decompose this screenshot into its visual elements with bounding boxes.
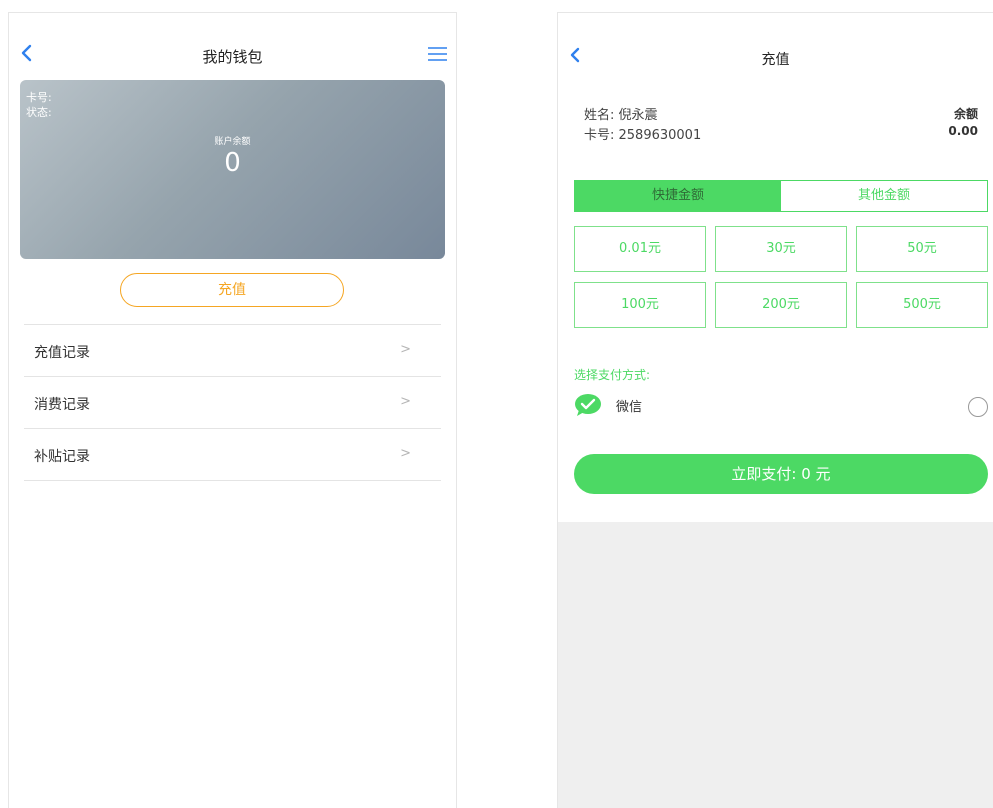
chevron-right-icon: >: [400, 446, 411, 461]
user-info: 姓名: 倪永震 卡号: 2589630001: [584, 106, 701, 146]
pay-option-label: 微信: [616, 400, 643, 415]
balance-box: 余额 0.00: [948, 106, 978, 140]
wallet-screen: 我的钱包 卡号: 状态: 账户余额 0 充值 充值记录 > 消费记录 > 补贴记…: [8, 12, 457, 808]
account-balance-value: 0: [224, 148, 241, 178]
balance-value: 0.00: [948, 124, 978, 138]
card-status-label: 状态:: [26, 106, 52, 119]
user-card-number: 卡号: 2589630001: [584, 128, 702, 143]
list-item-recharge-records[interactable]: 充值记录 >: [24, 325, 441, 377]
wallet-card: 卡号: 状态: 账户余额 0: [20, 80, 445, 259]
amount-option[interactable]: 200元: [715, 282, 847, 328]
page-title: 我的钱包: [202, 48, 263, 66]
chevron-right-icon: >: [400, 394, 411, 409]
amount-tabs: 快捷金额 其他金额: [574, 180, 988, 212]
tab-quick-amount[interactable]: 快捷金额: [575, 181, 781, 211]
pay-now-button[interactable]: 立即支付: 0 元: [574, 454, 988, 494]
hamburger-menu-icon[interactable]: [427, 45, 448, 63]
chevron-right-icon: >: [400, 342, 411, 357]
pay-method-label: 选择支付方式:: [574, 368, 651, 382]
list-item-subsidy-records[interactable]: 补贴记录 >: [24, 429, 441, 481]
account-balance-label: 账户余额: [214, 137, 251, 147]
amount-option[interactable]: 30元: [715, 226, 847, 272]
list-item-label: 充值记录: [34, 345, 90, 361]
tab-other-amount[interactable]: 其他金额: [781, 181, 987, 211]
recharge-screen: 充值 姓名: 倪永震 卡号: 2589630001 余额 0.00 快捷金额 其…: [557, 12, 993, 808]
recharge-button[interactable]: 充值: [120, 273, 344, 307]
radio-button[interactable]: [968, 397, 988, 417]
amount-option[interactable]: 500元: [856, 282, 988, 328]
balance-label: 余额: [953, 107, 978, 121]
card-number-label: 卡号:: [26, 91, 52, 104]
amount-option[interactable]: 0.01元: [574, 226, 706, 272]
records-list: 充值记录 > 消费记录 > 补贴记录 >: [24, 324, 441, 481]
amount-option[interactable]: 50元: [856, 226, 988, 272]
wechat-icon: [574, 393, 604, 417]
list-item-label: 补贴记录: [34, 449, 90, 465]
pay-option-wechat[interactable]: 微信: [574, 393, 988, 419]
page-title: 充值: [761, 52, 790, 68]
user-name: 姓名: 倪永震: [584, 108, 658, 123]
list-item-label: 消费记录: [34, 397, 90, 413]
list-item-consumption-records[interactable]: 消费记录 >: [24, 377, 441, 429]
wallet-nav-bar: 我的钱包: [9, 13, 456, 75]
amount-option[interactable]: 100元: [574, 282, 706, 328]
empty-area: [558, 522, 993, 808]
